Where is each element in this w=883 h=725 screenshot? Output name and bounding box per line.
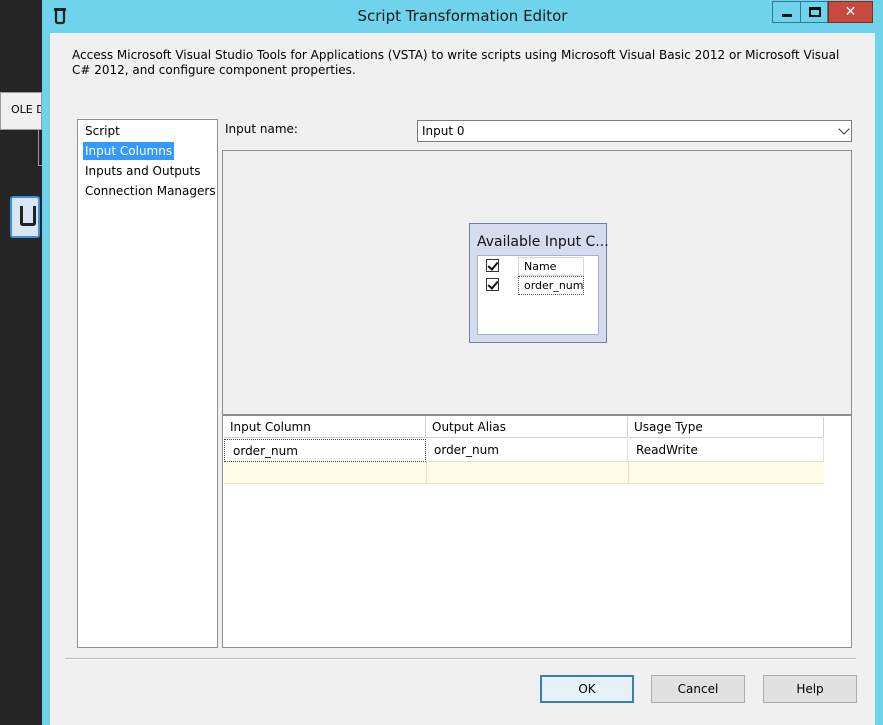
select-all-checkbox[interactable] <box>486 259 499 272</box>
dialog-client-area: Access Microsoft Visual Studio Tools for… <box>50 33 875 725</box>
nav-item-connection-managers[interactable]: Connection Managers <box>83 182 218 200</box>
title-bar[interactable]: Script Transformation Editor ✕ <box>42 0 883 33</box>
cancel-button[interactable]: Cancel <box>651 675 745 703</box>
nav-item-inputs-and-outputs[interactable]: Inputs and Outputs <box>83 162 202 180</box>
script-component-icon <box>20 206 36 226</box>
column-row-name: Name <box>478 257 588 276</box>
grid-header-input-column[interactable]: Input Column <box>224 417 426 438</box>
grid-header-output-alias[interactable]: Output Alias <box>426 417 628 438</box>
available-input-columns-box: Available Input C... Name order_num <box>469 223 609 343</box>
grid-new-row[interactable] <box>224 462 824 484</box>
nav-item-input-columns[interactable]: Input Columns <box>83 142 175 160</box>
ok-button[interactable]: OK <box>540 675 634 703</box>
nav-item-script[interactable]: Script <box>83 122 122 140</box>
help-button[interactable]: Help <box>763 675 857 703</box>
grid-header-usage-type[interactable]: Usage Type <box>628 417 824 438</box>
column-row-order-num: order_num <box>478 276 588 295</box>
input-name-value: Input 0 <box>422 124 465 138</box>
maximize-button[interactable] <box>800 1 828 23</box>
box-footer <box>470 336 606 342</box>
column-label: order_num <box>524 279 584 292</box>
grid-column-divider <box>628 462 629 484</box>
minimize-button[interactable] <box>772 1 800 23</box>
available-columns-list: Name order_num <box>477 255 599 335</box>
grid-cell-input-column[interactable]: order_num <box>224 439 426 462</box>
page-navigation-list: Script Input Columns Inputs and Outputs … <box>77 119 218 648</box>
footer-divider <box>65 658 856 660</box>
column-header-label: Name <box>524 260 557 273</box>
input-columns-grid: Input Column Output Alias Usage Type ord… <box>222 415 852 648</box>
close-icon: ✕ <box>844 4 857 20</box>
script-transformation-editor-dialog: Script Transformation Editor ✕ Access Mi… <box>42 0 883 725</box>
window-title: Script Transformation Editor <box>357 7 568 25</box>
minimize-icon <box>782 14 792 17</box>
background-ole-db-tab[interactable]: OLE D <box>0 92 42 130</box>
available-columns-designer: Available Input C... Name order_num <box>222 150 852 415</box>
grid-column-divider <box>426 462 427 484</box>
grid-cell-usage-type[interactable]: ReadWrite <box>628 439 824 462</box>
close-button[interactable]: ✕ <box>828 1 873 23</box>
grid-cell-output-alias[interactable]: order_num <box>426 439 628 462</box>
available-columns-title: Available Input C... <box>477 234 609 250</box>
chevron-down-icon[interactable] <box>838 123 850 135</box>
input-name-label: Input name: <box>225 122 298 136</box>
input-name-dropdown[interactable]: Input 0 <box>417 120 852 142</box>
maximize-icon <box>809 7 821 17</box>
order-num-checkbox[interactable] <box>486 278 499 291</box>
background-script-component-node[interactable] <box>10 196 40 238</box>
